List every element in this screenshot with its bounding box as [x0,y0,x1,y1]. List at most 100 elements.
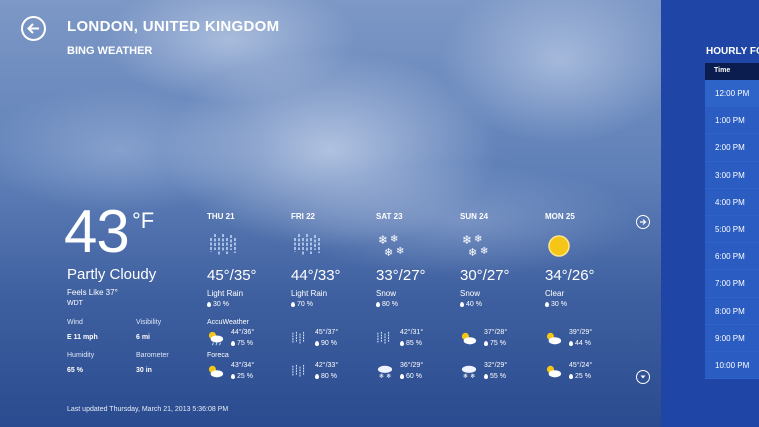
provider-temperature: 36°/29° [400,362,424,369]
provider-forecast-foreca: 42°/33° 80 % [291,362,371,384]
forecast-day-name: SAT 23 [376,212,403,221]
forecast-condition: Clear [545,289,565,298]
provider-precipitation: 44 % [569,340,591,347]
rain-icon [377,331,390,345]
provider-precipitation: 60 % [400,373,422,380]
raindrop-icon [484,374,488,379]
provider-accuweather-label: AccuWeather [207,319,249,326]
forecast-day-1[interactable]: FRI 22 44°/33° Light Rain 70 % [291,212,371,308]
partly-cloudy-icon [546,365,562,378]
snow-icon [378,233,405,259]
last-updated: Last updated Thursday, March 21, 2013 5:… [67,406,229,413]
raindrop-icon [400,341,404,346]
partly-cloudy-rain-icon [208,331,224,346]
hourly-time-list: 12:00 PM 1:00 PM 2:00 PM 3:00 PM 4:00 PM 5:00… [705,80,759,380]
provider-forecast-accu: 45°/37° 90 % [291,329,371,351]
provider-forecast-foreca: 32°/29° 55 % [460,362,540,384]
provider-foreca-label: Foreca [207,352,229,359]
hourly-forecast-title: HOURLY FO [706,46,759,57]
cloud-snow-icon [461,365,477,380]
forecast-condition: Light Rain [207,289,244,298]
hourly-row[interactable]: 6:00 PM [705,243,759,271]
forecast-day-name: MON 25 [545,212,575,221]
provider-temperature: 42°/33° [315,362,339,369]
hourly-forecast-panel[interactable]: HOURLY FO Time 12:00 PM 1:00 PM 2:00 PM 3:0… [661,0,759,427]
arrow-right-icon [640,219,647,225]
forecast-day-3[interactable]: SUN 24 30°/27° Snow 40 % [460,212,540,308]
barometer-value: 30 in [136,367,152,374]
forecast-precipitation: 40 % [460,301,482,308]
provider-precipitation: 55 % [484,373,506,380]
provider-forecast-foreca: 36°/29° 60 % [376,362,456,384]
app-name: BING WEATHER [67,45,153,57]
provider-temperature: 44°/36° [231,329,255,336]
humidity-value: 65 % [67,367,83,374]
provider-temperature: 42°/31° [400,329,424,336]
hourly-row[interactable]: 3:00 PM [705,161,759,189]
forecast-precipitation: 30 % [207,301,229,308]
raindrop-icon [569,341,573,346]
hourly-row[interactable]: 5:00 PM [705,215,759,244]
hourly-time-header: Time [705,63,759,80]
hourly-row[interactable]: 10:00 PM [705,351,759,380]
provider-precipitation: 25 % [231,373,253,380]
provider-precipitation: 25 % [569,373,591,380]
expand-details-button[interactable] [636,370,650,384]
hourly-row[interactable]: 12:00 PM [705,80,759,108]
current-condition: Partly Cloudy [67,266,157,283]
provider-forecast-accu: 37°/28° 75 % [460,329,540,351]
raindrop-icon [484,341,488,346]
back-button[interactable] [21,16,46,41]
provider-temperature: 37°/28° [484,329,508,336]
hourly-row[interactable]: 7:00 PM [705,270,759,298]
visibility-value: 6 mi [136,334,151,341]
cloud-snow-icon [377,365,393,380]
provider-precipitation: 80 % [315,373,337,380]
raindrop-icon [460,302,464,307]
humidity-label: Humidity [67,352,95,359]
forecast-temperature: 30°/27° [460,267,510,284]
provider-temperature: 45°/24° [569,362,593,369]
forecast-day-name: THU 21 [207,212,235,221]
provider-precipitation: 90 % [315,340,337,347]
provider-forecast-accu: 42°/31° 85 % [376,329,456,351]
provider-temperature: 45°/37° [315,329,339,336]
forecast-precipitation: 30 % [545,301,567,308]
provider-forecast-accu: 39°/29° 44 % [545,329,625,351]
feels-like: Feels Like 37° [67,288,118,297]
forecast-precipitation: 80 % [376,301,398,308]
forecast-day-2[interactable]: SAT 23 33°/27° Snow 80 % [376,212,456,308]
current-temperature: 43 [64,198,130,265]
visibility-label: Visibility [136,319,162,326]
raindrop-icon [315,341,319,346]
forecast-condition: Snow [376,289,397,298]
partly-cloudy-icon [208,365,224,378]
hourly-row[interactable]: 2:00 PM [705,134,759,162]
hourly-row[interactable]: 8:00 PM [705,297,759,325]
weather-station: WDT [67,300,83,307]
forecast-day-0[interactable]: THU 21 45°/35° Light Rain 30 % [207,212,287,308]
temperature-unit-toggle[interactable]: °F [132,208,154,234]
rain-icon [210,233,236,257]
raindrop-icon [291,302,295,307]
forecast-condition: Snow [460,289,481,298]
rain-icon [294,233,320,257]
rain-icon [292,364,305,378]
hourly-row[interactable]: 1:00 PM [705,107,759,135]
provider-precipitation: 75 % [484,340,506,347]
hourly-row[interactable]: 4:00 PM [705,188,759,216]
provider-precipitation: 75 % [231,340,253,347]
forecast-temperature: 33°/27° [376,267,426,284]
next-days-button[interactable] [636,215,650,229]
forecast-temperature: 45°/35° [207,267,257,284]
forecast-temperature: 34°/26° [545,267,595,284]
forecast-day-name: FRI 22 [291,212,316,221]
provider-forecast-foreca: 43°/34° 25 % [207,362,287,384]
provider-temperature: 43°/34° [231,362,255,369]
forecast-day-4[interactable]: MON 25 34°/26° Clear 30 % [545,212,625,308]
barometer-label: Barometer [136,352,169,359]
forecast-condition: Light Rain [291,289,328,298]
provider-forecast-foreca: 45°/24° 25 % [545,362,625,384]
raindrop-icon [376,302,380,307]
hourly-row[interactable]: 9:00 PM [705,324,759,352]
